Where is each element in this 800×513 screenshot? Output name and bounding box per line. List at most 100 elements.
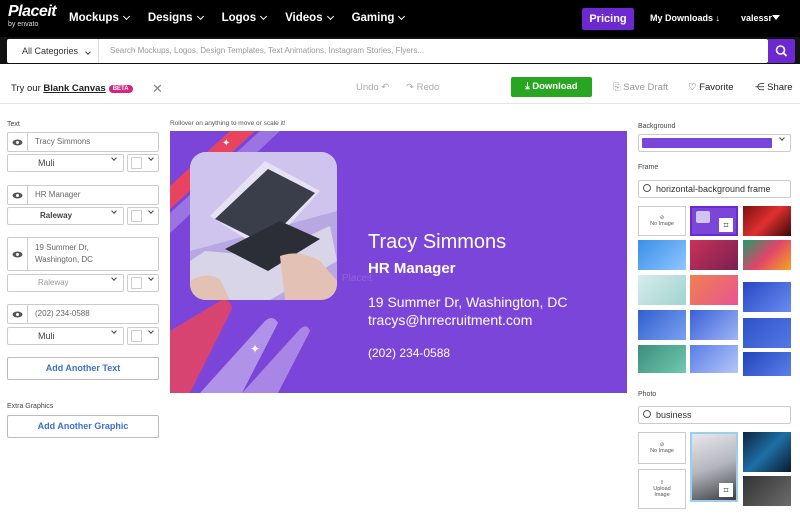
blank-canvas-link[interactable]: Blank Canvas [43,83,105,94]
share-label: Share [767,82,793,93]
background-color-swatch [642,138,772,148]
logo-text: Placeit [8,3,57,20]
color-picker[interactable] [127,154,159,172]
font-select[interactable]: Muli [7,327,124,345]
menu-label: Designs [147,12,193,24]
color-picker[interactable] [127,207,159,225]
frame-thumbnail[interactable] [638,240,686,270]
redo-button[interactable]: ↷ Redo [406,82,439,93]
font-select[interactable]: Raleway [7,274,124,292]
save-draft-button[interactable]: ⎘ Save Draft [613,82,668,93]
pricing-button[interactable]: Pricing [582,8,634,30]
favorite-label: Favorite [699,82,734,93]
menu-gaming[interactable]: Gaming [352,12,406,24]
eye-icon [12,251,23,257]
text-field[interactable]: (202) 234-0588 [27,304,159,324]
menu-mockups[interactable]: Mockups [69,12,130,24]
search-button[interactable] [768,39,795,63]
crop-icon[interactable]: ⌗ [719,218,733,232]
visibility-toggle[interactable] [7,132,27,152]
text-field[interactable]: Tracy Simmons [27,132,159,152]
caret-down-icon[interactable] [772,15,780,20]
add-text-button[interactable]: Add Another Text [7,357,159,380]
chevron-down-icon [398,12,406,21]
color-picker[interactable] [127,327,159,345]
undo-icon: ↶ [381,82,390,93]
search-icon [643,410,651,418]
placeit-logo[interactable]: Placeit by envato [8,3,57,32]
frame-thumbnail[interactable] [690,275,738,305]
color-swatch [131,330,142,342]
svg-text:✦: ✦ [250,342,260,356]
frame-thumbnail[interactable] [743,352,791,376]
text-area[interactable]: 19 Summer Dr, Washington, DC [27,237,159,271]
promo-prefix: Try our [11,83,41,94]
photo-search-input[interactable]: business [638,406,791,424]
user-menu[interactable]: valessr [741,13,772,23]
menu-designs[interactable]: Designs [147,12,204,24]
menu-logos[interactable]: Logos [222,12,268,24]
visibility-toggle[interactable] [7,237,27,271]
my-downloads-link[interactable]: My Downloads ↓ [650,13,720,23]
frame-thumbnail[interactable] [743,240,791,270]
photo-thumbnail-selected[interactable]: ⌗ [690,432,738,502]
upload-image-button[interactable]: ⇧ Upload Image [638,469,686,509]
design-canvas[interactable]: ✦ ✦ Placeit Tracy Simmons HR Manager 19 … [170,131,627,393]
canvas-phone-text[interactable]: (202) 234-0588 [368,346,450,360]
chevron-down-icon [148,275,154,281]
canvas-address-text[interactable]: 19 Summer Dr, Washington, DC [368,294,567,310]
close-icon[interactable]: ✕ [152,81,163,97]
frame-thumbnail[interactable] [690,310,738,340]
save-draft-icon: ⎘ [613,82,621,93]
frame-search-input[interactable]: horizontal-background frame [638,180,791,198]
svg-text:✦: ✦ [222,138,230,149]
photo-thumbnail[interactable] [743,476,791,506]
favorite-button[interactable]: ♡ Favorite [688,82,734,93]
menu-videos[interactable]: Videos [285,12,334,24]
no-image-label: No Image [650,448,674,454]
color-swatch [131,157,142,169]
add-graphic-button[interactable]: Add Another Graphic [7,415,159,438]
undo-button[interactable]: Undo ↶ [356,82,389,93]
visibility-toggle[interactable] [7,185,27,205]
chevron-down-icon [111,328,117,334]
color-swatch [131,277,142,289]
photo-thumbnail[interactable] [743,432,791,472]
frame-thumbnail[interactable] [690,240,738,270]
eye-icon [12,311,23,317]
visibility-toggle[interactable] [7,304,27,324]
chevron-down-icon [260,12,268,21]
share-button[interactable]: ⋲ Share [755,82,793,93]
extra-graphics-label: Extra Graphics [7,403,54,410]
chevron-down-icon [85,49,91,55]
download-button[interactable]: ⤓ Download [511,77,592,97]
category-select[interactable]: All Categories [7,39,99,63]
frame-thumbnail[interactable] [638,310,686,340]
frame-thumbnail[interactable] [743,206,791,236]
canvas-title-text[interactable]: HR Manager [368,260,456,277]
canvas-email-text[interactable]: tracys@hrrecruitment.com [368,312,532,328]
frame-thumbnail-selected[interactable]: ⌗ [690,206,738,236]
no-photo-option[interactable]: ⊘ No Image [638,432,686,464]
eye-icon [12,139,23,145]
top-nav: Placeit by envato Mockups Designs Logos … [0,0,800,37]
font-select[interactable]: Raleway [7,207,124,225]
search-input[interactable]: Search Mockups, Logos, Design Templates,… [110,39,750,63]
frame-thumbnail[interactable] [690,345,738,373]
crop-icon[interactable]: ⌗ [719,483,733,497]
downloads-label: My Downloads [650,13,714,23]
background-color-select[interactable] [638,134,791,152]
font-select[interactable]: Muli [7,154,124,172]
eye-icon [12,192,23,198]
no-image-option[interactable]: ⊘ No Image [638,206,686,236]
chevron-down-icon [111,155,117,161]
canvas-name-text[interactable]: Tracy Simmons [368,231,506,254]
frame-thumbnail[interactable] [638,345,686,373]
color-picker[interactable] [127,274,159,292]
font-label: Muli [38,158,55,168]
download-arrow-icon: ↓ [715,13,721,23]
frame-thumbnail[interactable] [638,275,686,305]
text-field[interactable]: HR Manager [27,185,159,205]
frame-thumbnail[interactable] [743,318,791,348]
frame-thumbnail[interactable] [743,282,791,312]
